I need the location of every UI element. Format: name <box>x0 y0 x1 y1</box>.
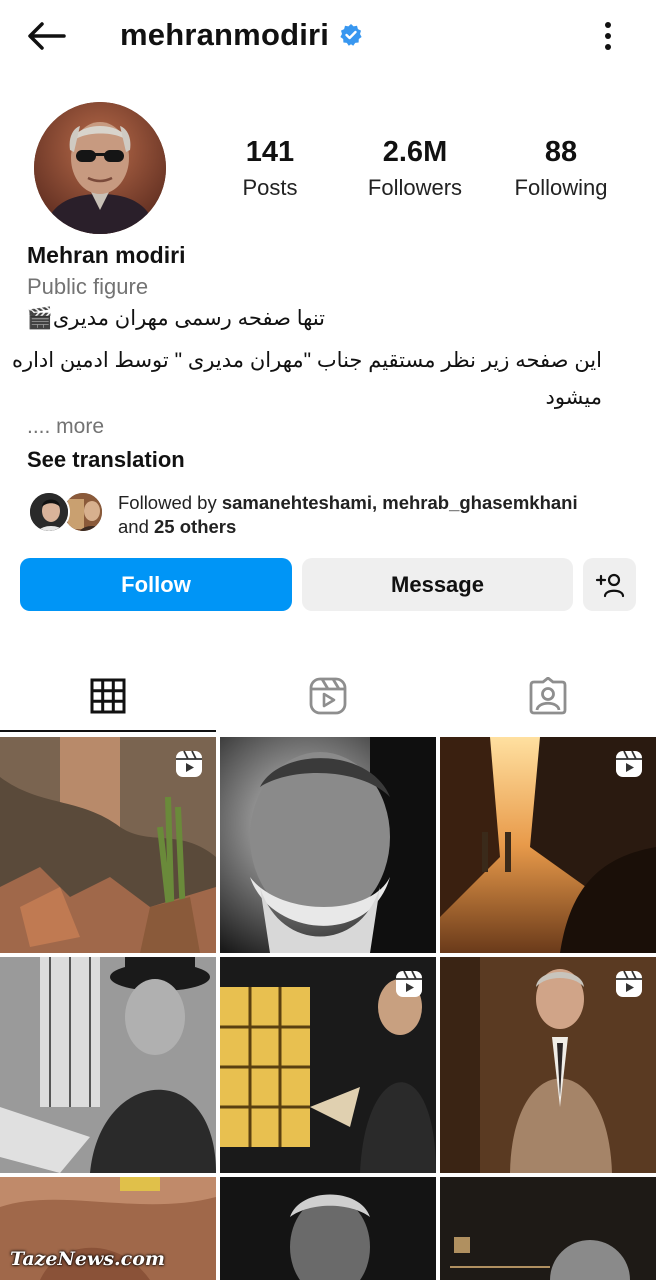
following-stat[interactable]: 88 Following <box>491 136 631 201</box>
tagged-user-icon <box>529 677 567 715</box>
followed-by-users: samanehteshami, mehrab_ghasemkhani <box>221 492 578 513</box>
post-thumbnail[interactable] <box>220 957 436 1173</box>
arrow-left-icon <box>28 22 66 50</box>
followers-count: 2.6M <box>382 136 448 168</box>
followers-label: Followers <box>367 175 463 200</box>
post-thumbnail[interactable] <box>220 737 436 953</box>
see-translation-link[interactable]: See translation <box>27 447 185 473</box>
bio-line-2: این صفحه زیر نظر مستقیم جناب "مهران مدیر… <box>11 349 602 409</box>
watermark-text: TazeNews.com <box>10 1248 165 1270</box>
bio-more-link[interactable]: .... more <box>27 415 104 439</box>
followed-by-prefix: Followed by <box>118 492 222 513</box>
posts-label: Posts <box>242 175 298 200</box>
post-thumbnail[interactable] <box>220 1177 436 1280</box>
tab-tagged[interactable] <box>440 660 656 732</box>
profile-category: Public figure <box>27 274 149 299</box>
grid-icon <box>90 678 126 714</box>
post-thumbnail[interactable] <box>440 957 656 1173</box>
followed-by-text[interactable]: Followed by samanehteshami, mehrab_ghase… <box>118 491 578 539</box>
active-tab-indicator <box>0 730 216 732</box>
top-bar: mehranmodiri <box>0 0 656 72</box>
mutual-avatar-1 <box>28 491 70 533</box>
followed-by-and: and <box>118 516 155 537</box>
reels-icon <box>309 677 347 715</box>
tab-reels[interactable] <box>220 660 436 732</box>
profile-photo <box>34 102 166 234</box>
reel-badge-icon <box>616 970 642 997</box>
post-thumbnail[interactable] <box>440 737 656 953</box>
verified-badge-icon <box>340 24 362 46</box>
tab-posts-grid[interactable] <box>0 660 216 732</box>
message-button[interactable]: Message <box>302 558 573 611</box>
posts-count: 141 <box>245 136 295 168</box>
username-header: mehranmodiri <box>120 14 363 56</box>
following-label: Following <box>514 175 608 200</box>
follow-button[interactable]: Follow <box>20 558 292 611</box>
post-thumbnail[interactable] <box>0 737 216 953</box>
post-thumbnail[interactable] <box>0 957 216 1173</box>
add-user-icon <box>595 573 624 597</box>
following-count: 88 <box>544 136 578 168</box>
followers-stat[interactable]: 2.6M Followers <box>345 136 485 201</box>
profile-username: mehranmodiri <box>120 17 330 52</box>
profile-tabs <box>0 660 656 732</box>
suggested-users-button[interactable] <box>583 558 636 611</box>
back-button[interactable] <box>22 16 70 56</box>
post-thumbnail[interactable] <box>440 1177 656 1280</box>
reel-badge-icon <box>396 970 422 997</box>
more-options-button[interactable] <box>588 16 628 56</box>
bio-line-1: تنها صفحه رسمی مهران مدیری🎬 <box>26 307 325 330</box>
profile-display-name: Mehran modiri <box>27 242 186 268</box>
more-vertical-icon <box>605 22 611 50</box>
followed-by-others: 25 others <box>154 516 237 537</box>
profile-avatar[interactable] <box>34 102 166 234</box>
posts-stat[interactable]: 141 Posts <box>200 136 340 201</box>
reel-badge-icon <box>176 750 202 777</box>
reel-badge-icon <box>616 750 642 777</box>
mutual-followers-avatars[interactable] <box>28 491 108 535</box>
